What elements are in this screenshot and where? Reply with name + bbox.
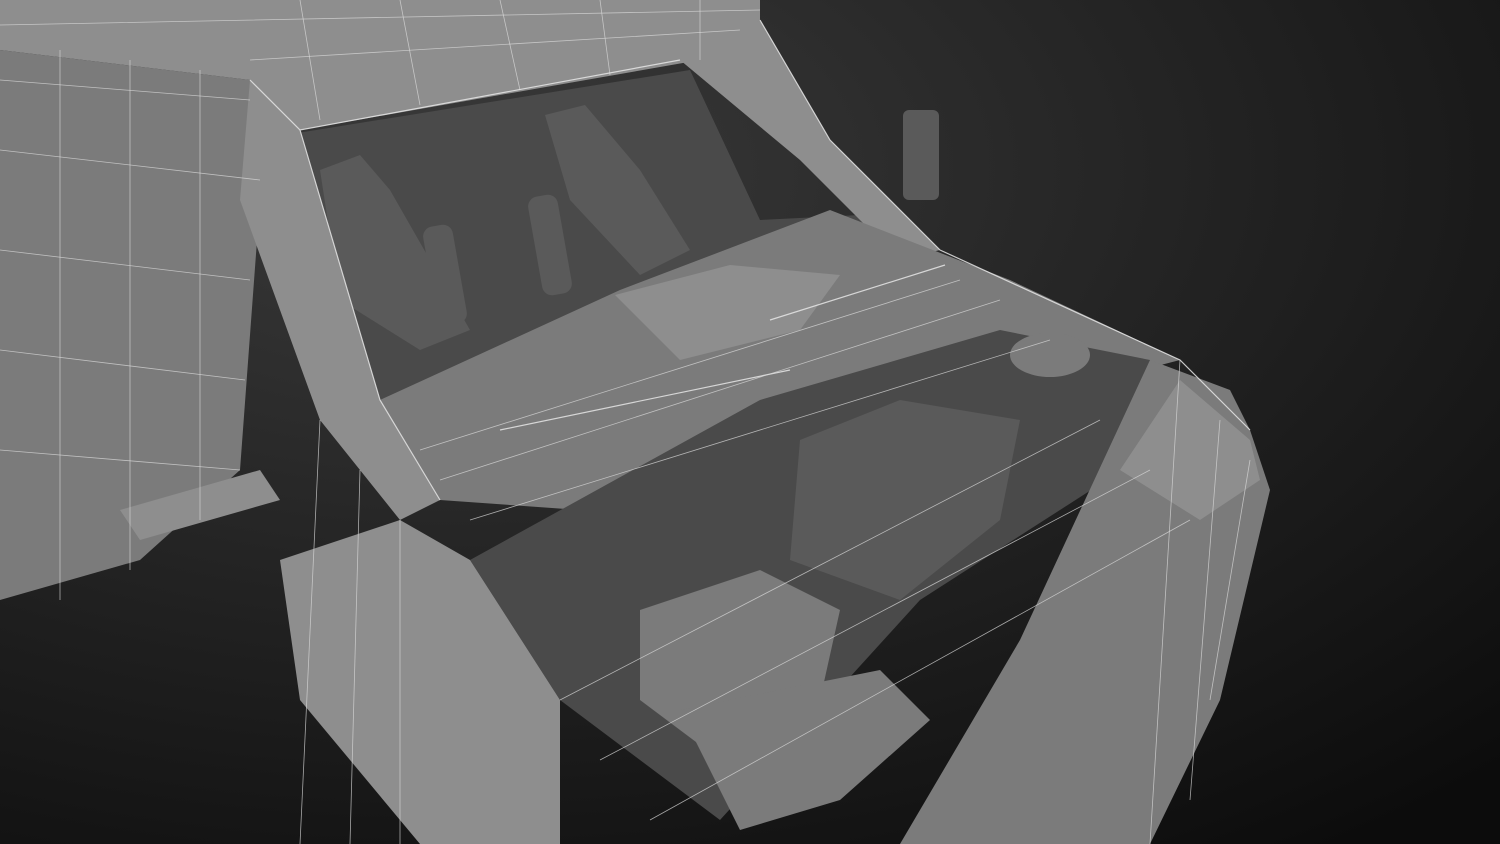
side-mirror (903, 110, 939, 200)
reservoir-cap (1010, 333, 1090, 377)
render-viewport (0, 0, 1500, 844)
